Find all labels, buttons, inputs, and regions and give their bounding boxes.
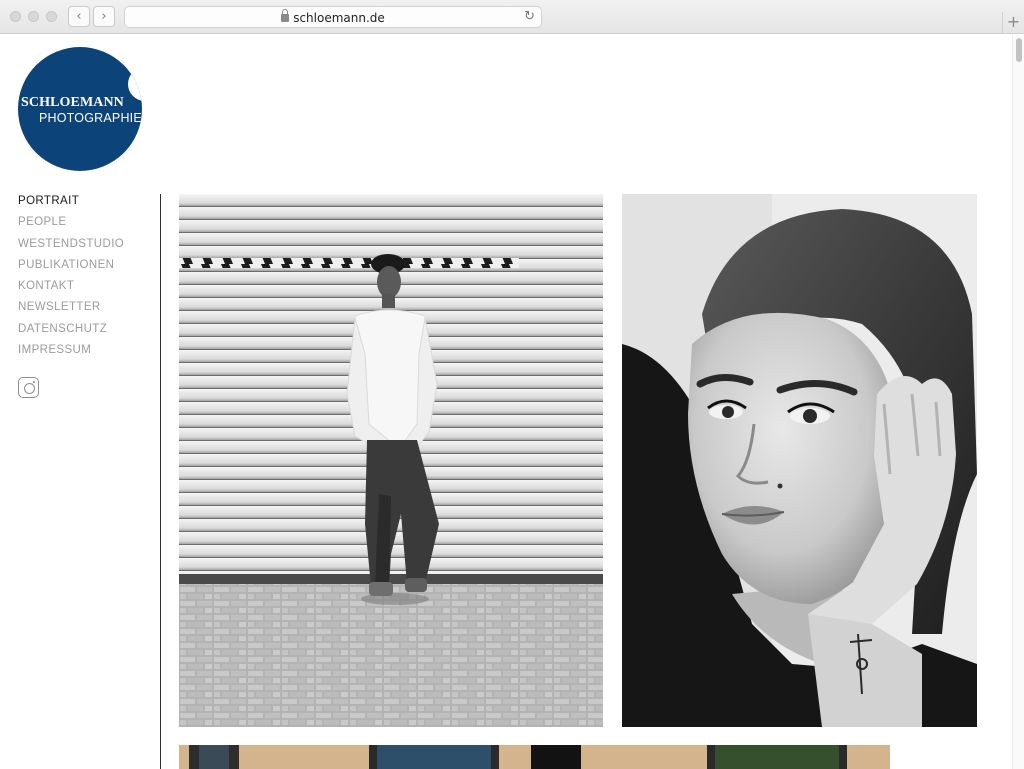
url-text: schloemann.de bbox=[293, 11, 385, 25]
nav-item-people[interactable]: PEOPLE bbox=[18, 215, 124, 236]
close-window-button[interactable] bbox=[10, 11, 21, 22]
nav-item-kontakt[interactable]: KONTAKT bbox=[18, 279, 124, 300]
site-logo[interactable]: SCHLOEMANN PHOTOGRAPHIE bbox=[18, 47, 142, 171]
nav-item-westendstudio[interactable]: WESTENDSTUDIO bbox=[18, 237, 124, 258]
forward-button[interactable]: › bbox=[93, 6, 115, 27]
nav-item-portrait[interactable]: PORTRAIT bbox=[18, 194, 124, 215]
chevron-left-icon: ‹ bbox=[76, 9, 82, 24]
address-bar[interactable]: schloemann.de ↻ bbox=[124, 6, 542, 28]
page-scrollbar[interactable] bbox=[1012, 35, 1024, 769]
logo-line-2: PHOTOGRAPHIE bbox=[39, 111, 142, 125]
plus-icon: + bbox=[1006, 12, 1021, 31]
chevron-right-icon: › bbox=[101, 9, 107, 24]
photo-man-roller-shutter[interactable] bbox=[179, 194, 603, 727]
nav-item-datenschutz[interactable]: DATENSCHUTZ bbox=[18, 322, 124, 343]
photo-woman-portrait[interactable] bbox=[622, 194, 977, 727]
instagram-icon[interactable] bbox=[18, 377, 39, 398]
back-button[interactable]: ‹ bbox=[68, 6, 90, 27]
content-divider bbox=[160, 194, 161, 769]
page: SCHLOEMANN PHOTOGRAPHIE PORTRAIT PEOPLE … bbox=[0, 35, 1012, 769]
nav-item-newsletter[interactable]: NEWSLETTER bbox=[18, 300, 124, 321]
lock-icon bbox=[281, 9, 290, 22]
nav-item-publikationen[interactable]: PUBLIKATIONEN bbox=[18, 258, 124, 279]
browser-toolbar: ‹ › schloemann.de ↻ + bbox=[0, 0, 1024, 34]
new-tab-button[interactable]: + bbox=[1002, 12, 1024, 34]
reload-icon[interactable]: ↻ bbox=[524, 9, 535, 24]
zoom-window-button[interactable] bbox=[46, 11, 57, 22]
main-navigation: PORTRAIT PEOPLE WESTENDSTUDIO PUBLIKATIO… bbox=[18, 194, 124, 364]
minimize-window-button[interactable] bbox=[28, 11, 39, 22]
logo-line-1: SCHLOEMANN bbox=[21, 95, 124, 110]
nav-item-impressum[interactable]: IMPRESSUM bbox=[18, 343, 124, 364]
photo-building-facade[interactable] bbox=[179, 745, 890, 769]
scrollbar-thumb[interactable] bbox=[1016, 38, 1022, 62]
